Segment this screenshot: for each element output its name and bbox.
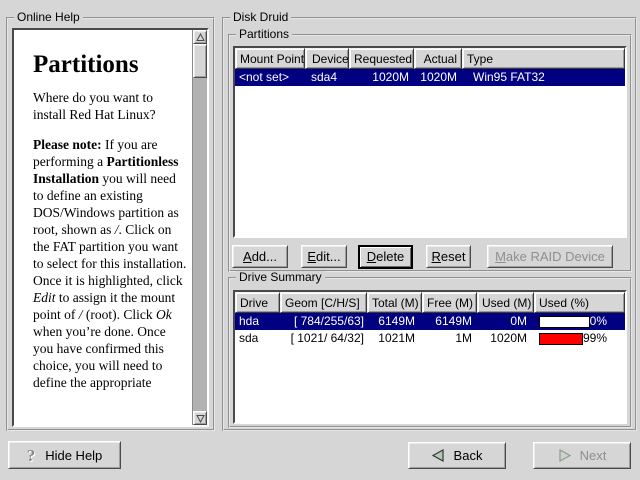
- column-header-mount-point[interactable]: Mount Point: [235, 48, 305, 69]
- cell-type: Win95 FAT32: [462, 69, 625, 86]
- usage-percent-label: 0%: [590, 313, 625, 330]
- help-title: Partitions: [33, 56, 188, 73]
- column-header-geom[interactable]: Geom [C/H/S]: [280, 292, 367, 313]
- cell-total: 6149M: [367, 313, 422, 330]
- online-help-frame: Online Help Partitions Where do you want…: [6, 17, 215, 431]
- usage-bar: [539, 316, 590, 328]
- make-raid-device-button[interactable]: Make RAID Device: [487, 245, 613, 268]
- next-label: Next: [580, 448, 607, 463]
- help-text: Partitions Where do you want to install …: [33, 56, 188, 404]
- next-button[interactable]: Next: [533, 442, 631, 469]
- cell-actual: 1020M: [414, 69, 462, 86]
- add-button[interactable]: Add...: [232, 245, 288, 268]
- drive-summary-frame: Drive Summary Drive Geom [C/H/S] Total (…: [228, 277, 632, 428]
- cell-device: sda4: [305, 69, 349, 86]
- next-arrow-icon: [558, 449, 571, 462]
- column-header-device[interactable]: Device: [305, 48, 349, 69]
- help-paragraph-intro: Where do you want to install Red Hat Lin…: [33, 89, 188, 123]
- question-mark-icon: ?: [27, 447, 36, 464]
- cell-free: 6149M: [422, 313, 477, 330]
- column-header-used-pct[interactable]: Used (%): [534, 292, 625, 313]
- cell-used: 0M: [477, 313, 534, 330]
- back-arrow-icon: [432, 449, 445, 462]
- column-header-actual[interactable]: Actual: [414, 48, 462, 69]
- reset-button[interactable]: Reset: [426, 245, 471, 268]
- column-header-type[interactable]: Type: [462, 48, 625, 69]
- scrollbar-down-icon[interactable]: [193, 411, 207, 425]
- partitions-table-header: Mount Point Device Requested Actual Type: [235, 48, 625, 69]
- cell-geom: [ 784/255/63]: [280, 313, 367, 330]
- scrollbar-up-icon[interactable]: [193, 30, 207, 44]
- drive-summary-table-header: Drive Geom [C/H/S] Total (M) Free (M) Us…: [235, 292, 625, 313]
- scrollbar-thumb[interactable]: [193, 44, 207, 78]
- column-header-used-m[interactable]: Used (M): [477, 292, 534, 313]
- back-label: Back: [454, 448, 483, 463]
- partitions-table: Mount Point Device Requested Actual Type…: [233, 46, 627, 238]
- edit-button[interactable]: Edit...: [301, 245, 347, 268]
- drive-row-hda[interactable]: hda [ 784/255/63] 6149M 6149M 0M 0%: [235, 313, 625, 330]
- partition-row[interactable]: <not set> sda4 1020M 1020M Win95 FAT32: [235, 69, 625, 86]
- cell-drive: hda: [235, 313, 280, 330]
- cell-mount-point: <not set>: [235, 69, 305, 86]
- disk-druid-frame-label: Disk Druid: [230, 11, 291, 24]
- cell-used: 1020M: [477, 330, 534, 347]
- hide-help-label: Hide Help: [45, 448, 102, 463]
- drive-summary-frame-label: Drive Summary: [236, 271, 325, 284]
- online-help-frame-label: Online Help: [14, 11, 83, 24]
- cell-total: 1021M: [367, 330, 422, 347]
- hide-help-button[interactable]: ? Hide Help: [8, 441, 121, 469]
- cell-drive: sda: [235, 330, 280, 347]
- back-button[interactable]: Back: [408, 442, 506, 469]
- cell-free: 1M: [422, 330, 477, 347]
- cell-used-pct: 0%: [534, 313, 625, 330]
- disk-druid-frame: Disk Druid Partitions Mount Point Device…: [222, 17, 637, 431]
- column-header-requested[interactable]: Requested: [349, 48, 414, 69]
- usage-percent-label: 99%: [583, 330, 625, 347]
- help-viewport: Partitions Where do you want to install …: [12, 28, 209, 427]
- delete-button[interactable]: Delete: [358, 245, 413, 269]
- cell-used-pct: 99%: [534, 330, 625, 347]
- drive-summary-table: Drive Geom [C/H/S] Total (M) Free (M) Us…: [233, 290, 627, 424]
- partition-actions: Add... Edit... Delete Reset Make RAID De…: [232, 244, 613, 269]
- cell-requested: 1020M: [349, 69, 414, 86]
- help-paragraph-note: Please note: If you are performing a Par…: [33, 136, 188, 391]
- usage-bar: [539, 333, 583, 345]
- cell-geom: [ 1021/ 64/32]: [280, 330, 367, 347]
- column-header-total[interactable]: Total (M): [367, 292, 422, 313]
- column-header-free[interactable]: Free (M): [422, 292, 477, 313]
- column-header-drive[interactable]: Drive: [235, 292, 280, 313]
- help-scrollbar[interactable]: [192, 30, 207, 425]
- partitions-frame: Partitions Mount Point Device Requested …: [228, 34, 632, 272]
- partitions-frame-label: Partitions: [236, 28, 292, 41]
- drive-row-sda[interactable]: sda [ 1021/ 64/32] 1021M 1M 1020M 99%: [235, 330, 625, 347]
